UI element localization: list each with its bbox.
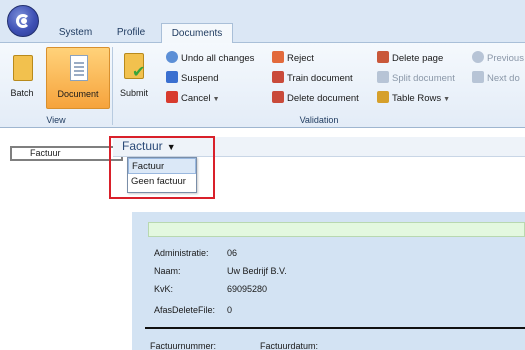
pause-icon xyxy=(166,71,178,83)
document-icon xyxy=(70,55,88,81)
kvk-value[interactable]: 69095280 xyxy=(227,283,267,295)
previous-arrow-icon xyxy=(472,51,484,63)
validation-group-label: Validation xyxy=(299,115,339,125)
document-button[interactable]: Document xyxy=(46,47,110,109)
split-document-button[interactable]: Split document xyxy=(377,71,455,86)
cancel-button[interactable]: Cancel ▼ xyxy=(166,91,220,106)
table-icon xyxy=(377,91,389,103)
reject-button[interactable]: Reject xyxy=(272,51,314,66)
batch-button[interactable]: Batch xyxy=(3,47,41,109)
ribbon-tab-bar: System Profile Documents xyxy=(0,0,525,44)
submit-button[interactable]: Submit xyxy=(117,47,151,109)
undo-icon xyxy=(166,51,178,63)
tab-system[interactable]: System xyxy=(48,23,103,43)
status-bar xyxy=(148,222,525,237)
tab-documents[interactable]: Documents xyxy=(161,23,233,44)
afas-value[interactable]: 0 xyxy=(227,304,232,316)
folder-icon xyxy=(13,55,33,81)
suspend-button[interactable]: Suspend xyxy=(166,71,219,86)
cancel-x-icon xyxy=(166,91,178,103)
undo-all-changes-button[interactable]: Undo all changes xyxy=(166,51,254,66)
ribbon-panel: Batch Document View Submit Undo all chan… xyxy=(0,43,525,128)
previous-button[interactable]: Previous xyxy=(472,51,524,66)
document-type-list-item[interactable]: Factuur xyxy=(10,146,123,161)
next-arrow-icon xyxy=(472,71,484,83)
delete-page-button[interactable]: Delete page xyxy=(377,51,443,66)
table-rows-button[interactable]: Table Rows ▼ xyxy=(377,91,450,106)
app-menu-button[interactable] xyxy=(7,5,39,37)
reject-icon xyxy=(272,51,284,63)
submit-check-icon xyxy=(124,53,145,81)
next-document-button[interactable]: Next do xyxy=(472,71,520,86)
administratie-value[interactable]: 06 xyxy=(227,247,237,259)
left-pane xyxy=(0,128,110,350)
split-icon xyxy=(377,71,389,83)
train-document-button[interactable]: Train document xyxy=(272,71,353,86)
delete-document-button[interactable]: Delete document xyxy=(272,91,359,106)
chevron-down-icon: ▼ xyxy=(443,96,451,103)
highlight-annotation-box xyxy=(109,136,215,199)
naam-value[interactable]: Uw Bedrijf B.V. xyxy=(227,265,287,277)
delete-document-icon xyxy=(272,91,284,103)
view-group-label: View xyxy=(46,115,66,125)
chevron-down-icon: ▼ xyxy=(212,96,220,103)
section-divider xyxy=(145,327,525,329)
tab-profile[interactable]: Profile xyxy=(108,23,154,43)
train-icon xyxy=(272,71,284,83)
delete-page-icon xyxy=(377,51,389,63)
